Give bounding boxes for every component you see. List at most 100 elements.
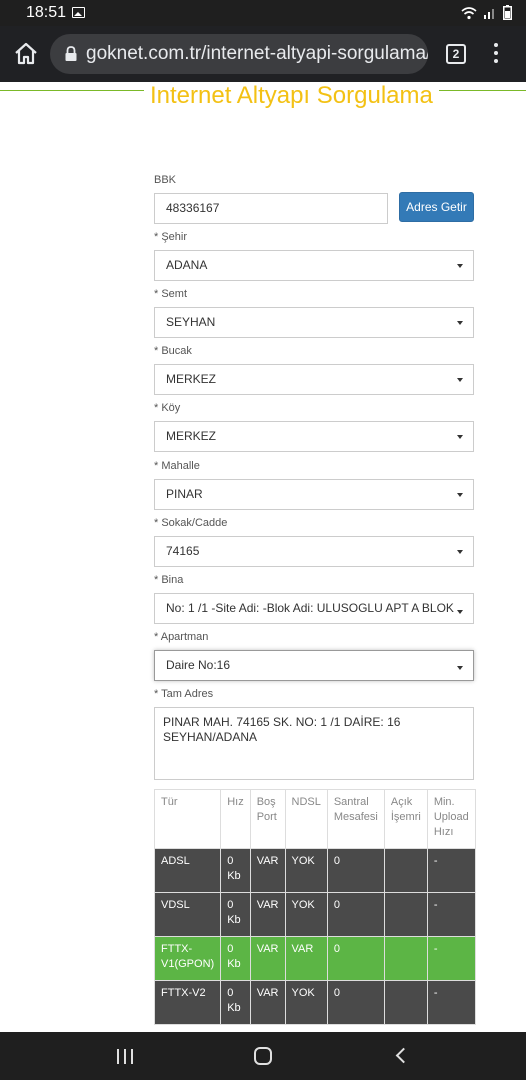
cell-min-upload: - [426, 848, 476, 893]
menu-icon[interactable] [491, 43, 501, 65]
table-row: FTTX-V2 0 Kb VAR YOK 0 - [153, 980, 476, 1025]
mahalle-value: PINAR [166, 487, 203, 501]
cell-hiz: 0 Kb [220, 980, 251, 1025]
cell-bos-port: VAR [249, 936, 286, 981]
wifi-icon [461, 6, 477, 19]
tam-adres-label: * Tam Adres [154, 688, 214, 700]
cell-tur: FTTX-V2 [153, 980, 222, 1025]
bucak-label: * Bucak [154, 345, 192, 357]
bbk-input[interactable]: 48336167 [154, 193, 388, 224]
bbk-label: BBK [154, 174, 177, 186]
back-icon[interactable] [395, 1047, 412, 1064]
dropdown-caret-icon [457, 493, 463, 497]
koy-select[interactable]: MERKEZ [154, 421, 474, 452]
dropdown-caret-icon [457, 435, 463, 439]
header-ndsl: NDSL [284, 789, 328, 849]
tam-adres-line: PINAR MAH. 74165 SK. NO: 1 /1 DAİRE: 16 [163, 715, 401, 729]
semt-select[interactable]: SEYHAN [154, 307, 474, 338]
bina-label: * Bina [154, 574, 184, 586]
dropdown-caret-icon [457, 264, 463, 268]
browser-toolbar: goknet.com.tr/internet-altyapi-sorgulama… [0, 26, 526, 82]
cell-santral: 0 [326, 980, 385, 1025]
dropdown-caret-icon [457, 321, 463, 325]
home-icon[interactable] [12, 40, 40, 68]
tabs-icon[interactable]: 2 [446, 44, 466, 64]
bina-value: No: 1 /1 -Site Adi: -Blok Adi: ULUSOGLU … [166, 601, 454, 615]
cell-acik [383, 892, 428, 937]
status-bar: 18:51 [0, 0, 526, 26]
dropdown-caret-icon [457, 666, 463, 670]
sokak-select[interactable]: 74165 [154, 536, 474, 567]
recent-apps-icon[interactable] [117, 1049, 133, 1064]
cell-santral: 0 [326, 848, 385, 893]
bina-select[interactable]: No: 1 /1 -Site Adi: -Blok Adi: ULUSOGLU … [154, 593, 474, 624]
signal-icon [484, 8, 494, 19]
url-text[interactable]: goknet.com.tr/internet-altyapi-sorgulama… [86, 43, 428, 65]
mahalle-label: * Mahalle [154, 460, 200, 472]
address-bar[interactable]: goknet.com.tr/internet-altyapi-sorgulama… [50, 34, 428, 74]
cell-acik [383, 980, 428, 1025]
table-row: ADSL 0 Kb VAR YOK 0 - [153, 848, 476, 893]
tam-adres-line: SEYHAN/ADANA [163, 730, 258, 744]
cell-min-upload: - [426, 936, 476, 981]
koy-label: * Köy [154, 402, 181, 414]
lock-icon[interactable] [64, 46, 78, 62]
sokak-label: * Sokak/Cadde [154, 517, 228, 529]
page-content: Internet Altyapı Sorgulama BBK 48336167 … [0, 82, 526, 1032]
cell-min-upload: - [426, 980, 476, 1025]
cell-hiz: 0 Kb [220, 848, 251, 893]
cell-hiz: 0 Kb [220, 892, 251, 937]
cell-min-upload: - [426, 892, 476, 937]
page-title: Internet Altyapı Sorgulama [144, 82, 439, 110]
apartman-select[interactable]: Daire No:16 [154, 650, 474, 681]
tam-adres-textarea[interactable]: PINAR MAH. 74165 SK. NO: 1 /1 DAİRE: 16 … [154, 707, 474, 780]
dropdown-caret-icon [457, 610, 463, 614]
image-icon [72, 7, 85, 18]
apartman-label: * Apartman [154, 631, 209, 643]
sokak-value: 74165 [166, 544, 200, 558]
cell-acik [383, 848, 428, 893]
header-tur: Tür [153, 789, 222, 849]
sehir-label: * Şehir [154, 231, 188, 243]
cell-ndsl: VAR [284, 936, 328, 981]
sehir-value: ADANA [166, 258, 208, 272]
battery-icon [503, 5, 512, 20]
header-min-upload: Min. Upload Hızı [426, 789, 476, 849]
status-icons [461, 5, 512, 20]
cell-bos-port: VAR [249, 892, 286, 937]
cell-bos-port: VAR [249, 848, 286, 893]
cell-tur: ADSL [153, 848, 222, 893]
table-row: FTTX- V1(GPON) 0 Kb VAR VAR 0 - [153, 936, 476, 981]
cell-ndsl: YOK [284, 980, 328, 1025]
cell-santral: 0 [326, 936, 385, 981]
cell-acik [383, 936, 428, 981]
header-santral-mesafesi: Santral Mesafesi [326, 789, 385, 849]
cell-bos-port: VAR [249, 980, 286, 1025]
dropdown-caret-icon [457, 550, 463, 554]
sehir-select[interactable]: ADANA [154, 250, 474, 281]
apartman-value: Daire No:16 [166, 658, 231, 672]
home-nav-icon[interactable] [254, 1047, 272, 1065]
cell-hiz: 0 Kb [220, 936, 251, 981]
adres-getir-button[interactable]: Adres Getir [399, 192, 474, 222]
mahalle-select[interactable]: PINAR [154, 479, 474, 510]
cell-tur: FTTX- V1(GPON) [153, 936, 222, 981]
cell-tur: VDSL [153, 892, 222, 937]
koy-value: MERKEZ [166, 429, 217, 443]
semt-label: * Semt [154, 288, 188, 300]
header-bos-port: Boş Port [249, 789, 286, 849]
status-time: 18:51 [26, 4, 67, 21]
table-header-row: Tür Hız Boş Port NDSL Santral Mesafesi Açı… [153, 789, 476, 849]
bucak-select[interactable]: MERKEZ [154, 364, 474, 395]
cell-ndsl: YOK [284, 848, 328, 893]
header-acik-isemri: Açık İşemri [383, 789, 428, 849]
bucak-value: MERKEZ [166, 372, 217, 386]
semt-value: SEYHAN [166, 315, 216, 329]
system-nav-bar [0, 1032, 526, 1080]
cell-santral: 0 [326, 892, 385, 937]
header-hiz: Hız [220, 789, 251, 849]
cell-ndsl: YOK [284, 892, 328, 937]
table-row: VDSL 0 Kb VAR YOK 0 - [153, 892, 476, 937]
dropdown-caret-icon [457, 378, 463, 382]
infrastructure-table: Tür Hız Boş Port NDSL Santral Mesafesi Açı… [153, 789, 476, 1025]
